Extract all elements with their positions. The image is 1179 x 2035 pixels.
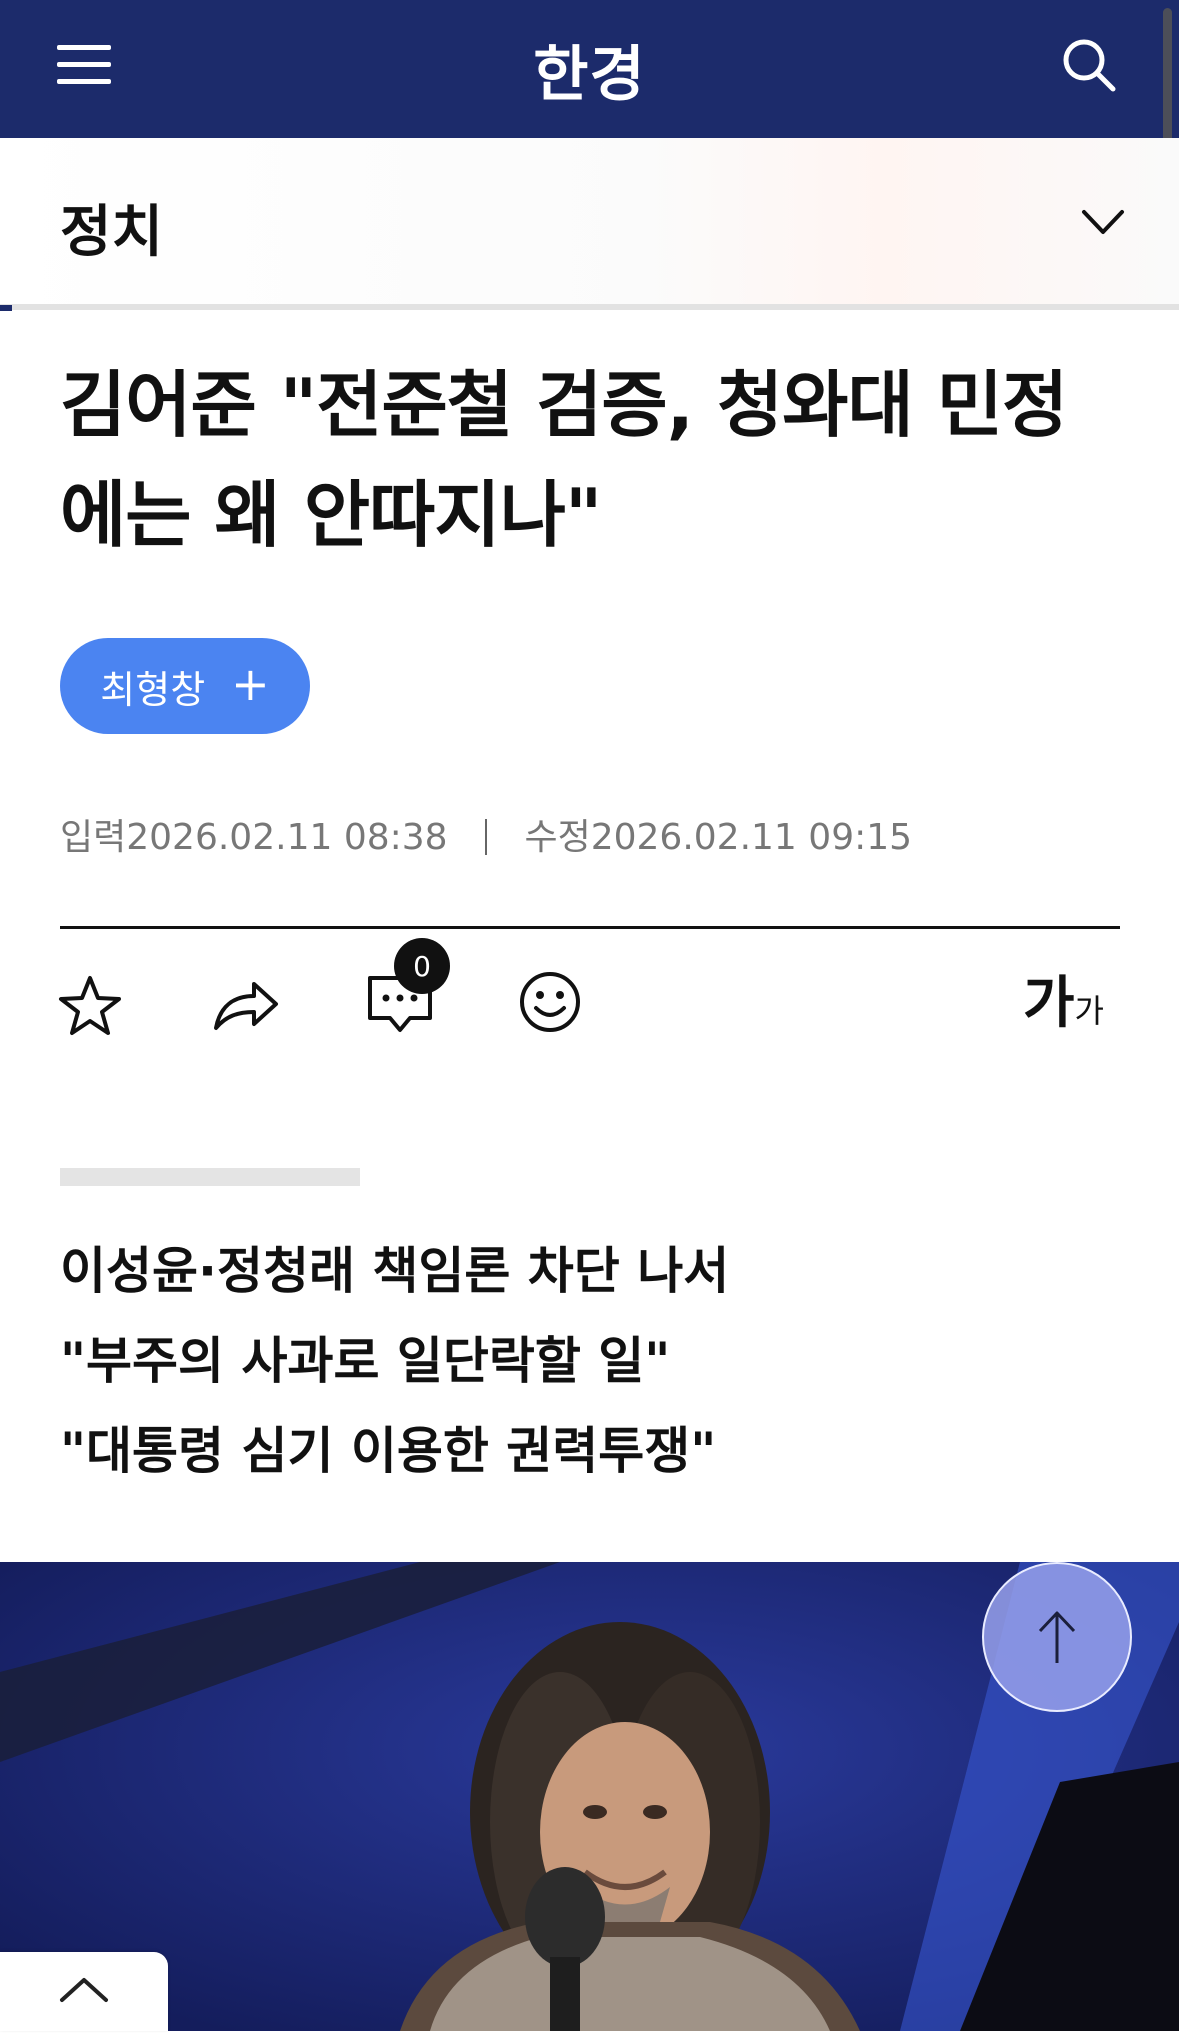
article-dates: 입력2026.02.11 08:38 수정2026.02.11 09:15 bbox=[60, 808, 912, 860]
published-date: 2026.02.11 08:38 bbox=[126, 817, 448, 858]
plus-icon: + bbox=[231, 657, 270, 711]
toolbar-divider bbox=[60, 926, 1120, 929]
summary-line-1: 이성윤·정청래 책임론 차단 나서 bbox=[60, 1242, 730, 1300]
headline-line-2: 에는 왜 안따지나" bbox=[60, 473, 602, 557]
share-icon[interactable] bbox=[210, 974, 280, 1034]
summary-line-2: "부주의 사과로 일단락할 일" bbox=[60, 1332, 671, 1390]
published-label: 입력 bbox=[60, 817, 127, 858]
section-divider bbox=[0, 304, 1179, 310]
arrow-up-icon bbox=[1038, 1611, 1076, 1663]
article-headline: 김어준 "전준철 검증, 청와대 민정 에는 왜 안따지나" bbox=[60, 350, 1120, 570]
chevron-up-icon bbox=[60, 1978, 108, 2002]
section-title: 정치 bbox=[60, 200, 164, 265]
headline-line-1: 김어준 "전준철 검증, 청와대 민정 bbox=[60, 363, 1068, 447]
search-icon[interactable] bbox=[1060, 36, 1118, 94]
scroll-to-top-button[interactable] bbox=[982, 1562, 1132, 1712]
reporter-follow-button[interactable]: 최형창 + bbox=[60, 638, 310, 734]
collapse-tab[interactable] bbox=[0, 1952, 168, 2031]
font-size-small-label: 가 bbox=[1074, 992, 1104, 1030]
section-header: 정치 bbox=[0, 138, 1179, 306]
star-icon[interactable] bbox=[57, 974, 123, 1038]
reporter-name: 최형창 bbox=[100, 667, 206, 712]
modified-label: 수정 bbox=[524, 817, 591, 858]
site-logo[interactable]: 한경 bbox=[0, 26, 1179, 113]
font-size-large-label: 가 bbox=[1023, 971, 1075, 1036]
modified-date: 2026.02.11 09:15 bbox=[590, 817, 913, 858]
section-indicator bbox=[0, 305, 12, 311]
article-summary: 이성윤·정청래 책임론 차단 나서 "부주의 사과로 일단락할 일" "대통령 … bbox=[60, 1226, 1120, 1496]
summary-line-3: "대통령 심기 이용한 권력투쟁" bbox=[60, 1422, 717, 1480]
summary-accent-bar bbox=[60, 1168, 360, 1186]
top-navigation-bar: 한경 bbox=[0, 0, 1179, 138]
page-scrollbar[interactable] bbox=[1163, 8, 1172, 156]
comment-count-badge: 0 bbox=[394, 938, 450, 994]
date-separator bbox=[485, 819, 488, 855]
smile-icon[interactable] bbox=[518, 970, 582, 1034]
chevron-down-icon[interactable] bbox=[1080, 202, 1126, 242]
font-size-button[interactable]: 가가 bbox=[1023, 958, 1104, 1039]
